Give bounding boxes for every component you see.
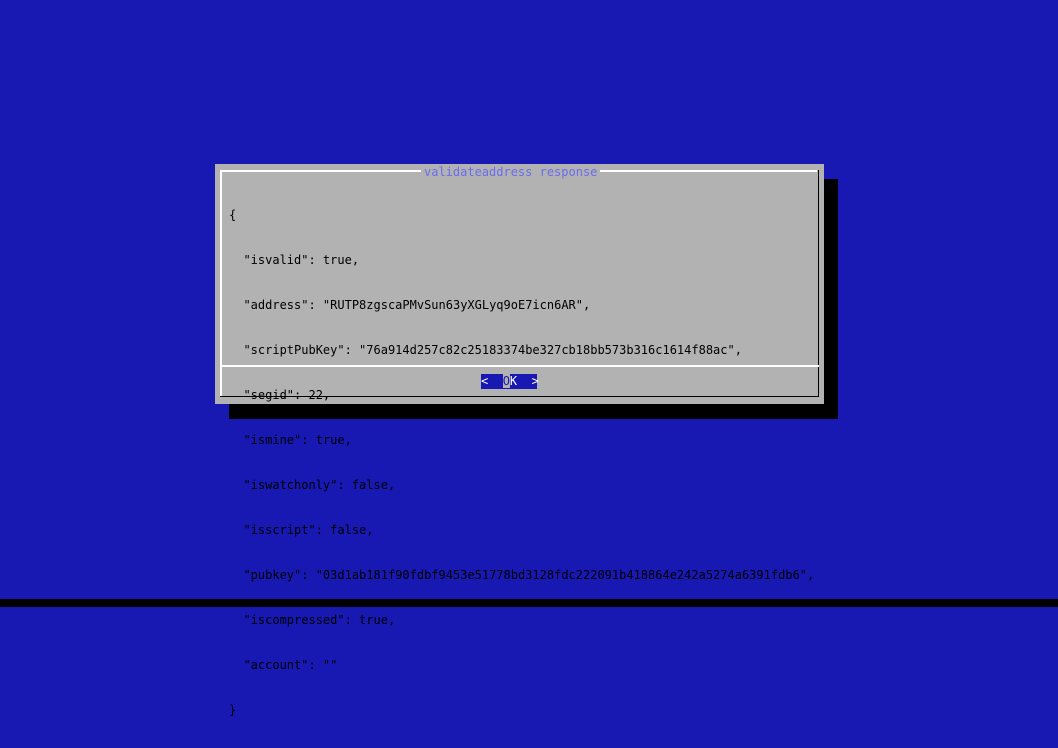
ok-button[interactable]: < OK > <box>481 374 539 389</box>
response-line: } <box>229 703 237 717</box>
dialog-frame-left <box>220 170 222 397</box>
response-line: "isvalid": true, <box>229 253 360 267</box>
response-line: { <box>229 208 237 222</box>
ok-button-left-bracket: < <box>481 374 503 388</box>
response-line: "address": "RUTP8zgscaPMvSun63yXGLyq9oE7… <box>229 298 591 312</box>
response-line: "account": "" <box>229 658 338 672</box>
response-text[interactable]: { "isvalid": true, "address": "RUTP8zgsc… <box>229 178 814 748</box>
response-dialog: validateaddress response { "isvalid": tr… <box>215 164 824 717</box>
response-line: "iscompressed": true, <box>229 613 396 627</box>
response-line: "pubkey": "03d1ab181f90fdbf9453e51778bd3… <box>229 568 815 582</box>
ok-button-label-rest: K > <box>509 374 539 388</box>
response-line: "ismine": true, <box>229 433 352 447</box>
response-line: "iswatchonly": false, <box>229 478 396 492</box>
response-line: "scriptPubKey": "76a914d257c82c25183374b… <box>229 343 742 357</box>
ok-button-cursor: O <box>502 374 510 388</box>
response-line: "segid": 22, <box>229 388 331 402</box>
response-line: "isscript": false, <box>229 523 374 537</box>
dialog-frame-right <box>818 170 819 397</box>
